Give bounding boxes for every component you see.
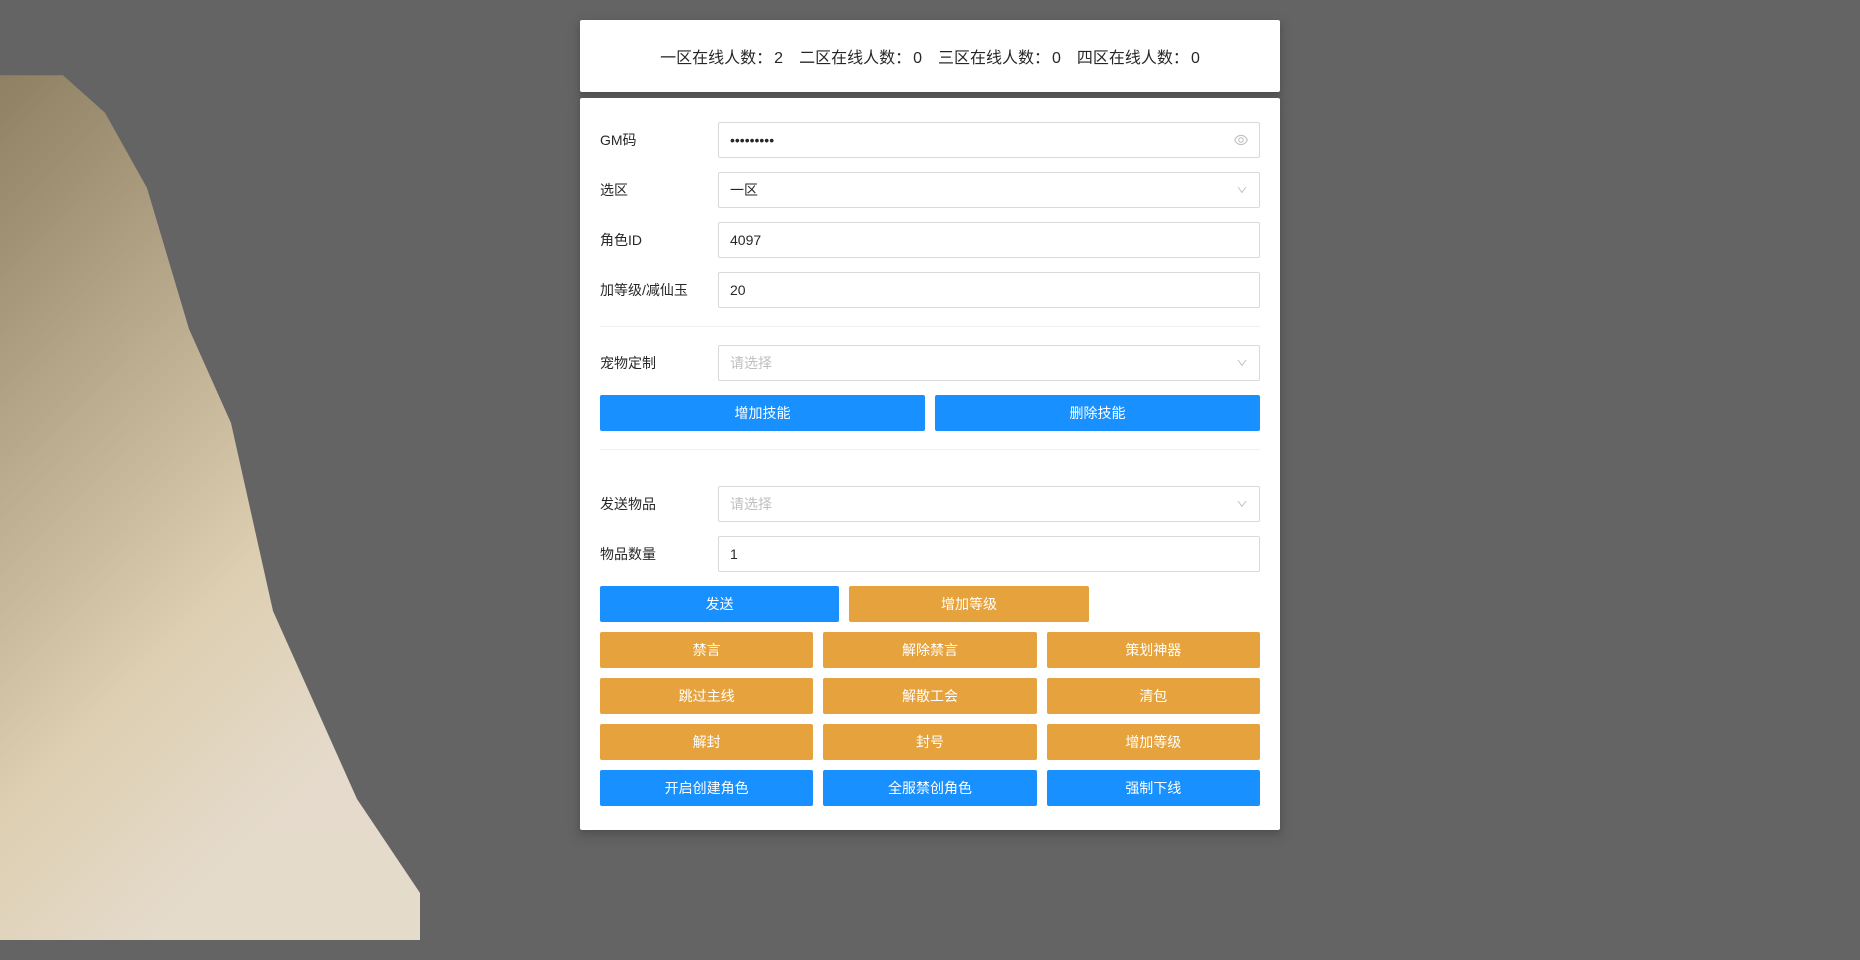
unban-button[interactable]: 解封 xyxy=(600,724,813,760)
clear-bag-button[interactable]: 清包 xyxy=(1047,678,1260,714)
gm-code-row: GM码 xyxy=(600,122,1260,158)
divider xyxy=(600,449,1260,450)
plan-weapon-button[interactable]: 策划神器 xyxy=(1047,632,1260,668)
item-qty-label: 物品数量 xyxy=(600,544,718,564)
role-id-input[interactable] xyxy=(718,222,1260,258)
dissolve-guild-button[interactable]: 解散工会 xyxy=(823,678,1036,714)
send-row: 发送 增加等级 xyxy=(600,586,1260,622)
add-level-button[interactable]: 增加等级 xyxy=(849,586,1088,622)
send-button[interactable]: 发送 xyxy=(600,586,839,622)
zone-row: 选区 一区 xyxy=(600,172,1260,208)
ban-button[interactable]: 封号 xyxy=(823,724,1036,760)
ban-row: 解封 封号 增加等级 xyxy=(600,724,1260,760)
zone3-status: 三区在线人数：0 xyxy=(938,44,1061,68)
zone1-count: 2 xyxy=(774,50,783,67)
item-qty-input[interactable] xyxy=(718,536,1260,572)
chevron-down-icon xyxy=(1236,357,1248,369)
gm-code-label: GM码 xyxy=(600,130,718,150)
item-qty-row: 物品数量 xyxy=(600,536,1260,572)
send-item-placeholder: 请选择 xyxy=(730,494,772,514)
pet-label: 宠物定制 xyxy=(600,353,718,373)
force-offline-button[interactable]: 强制下线 xyxy=(1047,770,1260,806)
send-item-select[interactable]: 请选择 xyxy=(718,486,1260,522)
skill-button-row: 增加技能 删除技能 xyxy=(600,395,1260,431)
online-status-row: 一区在线人数：2 二区在线人数：0 三区在线人数：0 四区在线人数：0 xyxy=(580,20,1280,92)
role-id-label: 角色ID xyxy=(600,230,718,250)
level-label: 加等级/减仙玉 xyxy=(600,280,718,300)
zone3-count: 0 xyxy=(1052,50,1061,67)
level-input[interactable] xyxy=(718,272,1260,308)
pet-placeholder: 请选择 xyxy=(730,353,772,373)
delete-skill-button[interactable]: 删除技能 xyxy=(935,395,1260,431)
eye-icon[interactable] xyxy=(1233,132,1249,148)
skip-main-button[interactable]: 跳过主线 xyxy=(600,678,813,714)
zone-select[interactable]: 一区 xyxy=(718,172,1260,208)
chevron-down-icon xyxy=(1236,184,1248,196)
level-row: 加等级/减仙玉 xyxy=(600,272,1260,308)
gm-code-input[interactable] xyxy=(718,122,1260,158)
zone3-label: 三区在线人数： xyxy=(938,50,1050,67)
zone4-count: 0 xyxy=(1191,50,1200,67)
role-id-row: 角色ID xyxy=(600,222,1260,258)
status-card: 一区在线人数：2 二区在线人数：0 三区在线人数：0 四区在线人数：0 xyxy=(580,20,1280,92)
zone4-label: 四区在线人数： xyxy=(1077,50,1189,67)
send-item-label: 发送物品 xyxy=(600,494,718,514)
zone1-label: 一区在线人数： xyxy=(660,50,772,67)
pet-row: 宠物定制 请选择 xyxy=(600,345,1260,381)
zone-value: 一区 xyxy=(730,180,758,200)
open-create-role-button[interactable]: 开启创建角色 xyxy=(600,770,813,806)
add-level2-button[interactable]: 增加等级 xyxy=(1047,724,1260,760)
divider xyxy=(600,326,1260,327)
mute-row: 禁言 解除禁言 策划神器 xyxy=(600,632,1260,668)
zone-label: 选区 xyxy=(600,180,718,200)
zone1-status: 一区在线人数：2 xyxy=(660,44,783,68)
mute-button[interactable]: 禁言 xyxy=(600,632,813,668)
zone2-count: 0 xyxy=(913,50,922,67)
zone2-label: 二区在线人数： xyxy=(799,50,911,67)
zone4-status: 四区在线人数：0 xyxy=(1077,44,1200,68)
create-row: 开启创建角色 全服禁创角色 强制下线 xyxy=(600,770,1260,806)
character-illustration xyxy=(0,0,420,940)
chevron-down-icon xyxy=(1236,498,1248,510)
unmute-button[interactable]: 解除禁言 xyxy=(823,632,1036,668)
all-forbid-create-button[interactable]: 全服禁创角色 xyxy=(823,770,1036,806)
zone2-status: 二区在线人数：0 xyxy=(799,44,922,68)
skip-row: 跳过主线 解散工会 清包 xyxy=(600,678,1260,714)
pet-select[interactable]: 请选择 xyxy=(718,345,1260,381)
form-card: GM码 选区 一区 角色ID xyxy=(580,98,1280,830)
add-skill-button[interactable]: 增加技能 xyxy=(600,395,925,431)
send-item-row: 发送物品 请选择 xyxy=(600,486,1260,522)
main-container: 一区在线人数：2 二区在线人数：0 三区在线人数：0 四区在线人数：0 GM码 xyxy=(580,20,1280,830)
